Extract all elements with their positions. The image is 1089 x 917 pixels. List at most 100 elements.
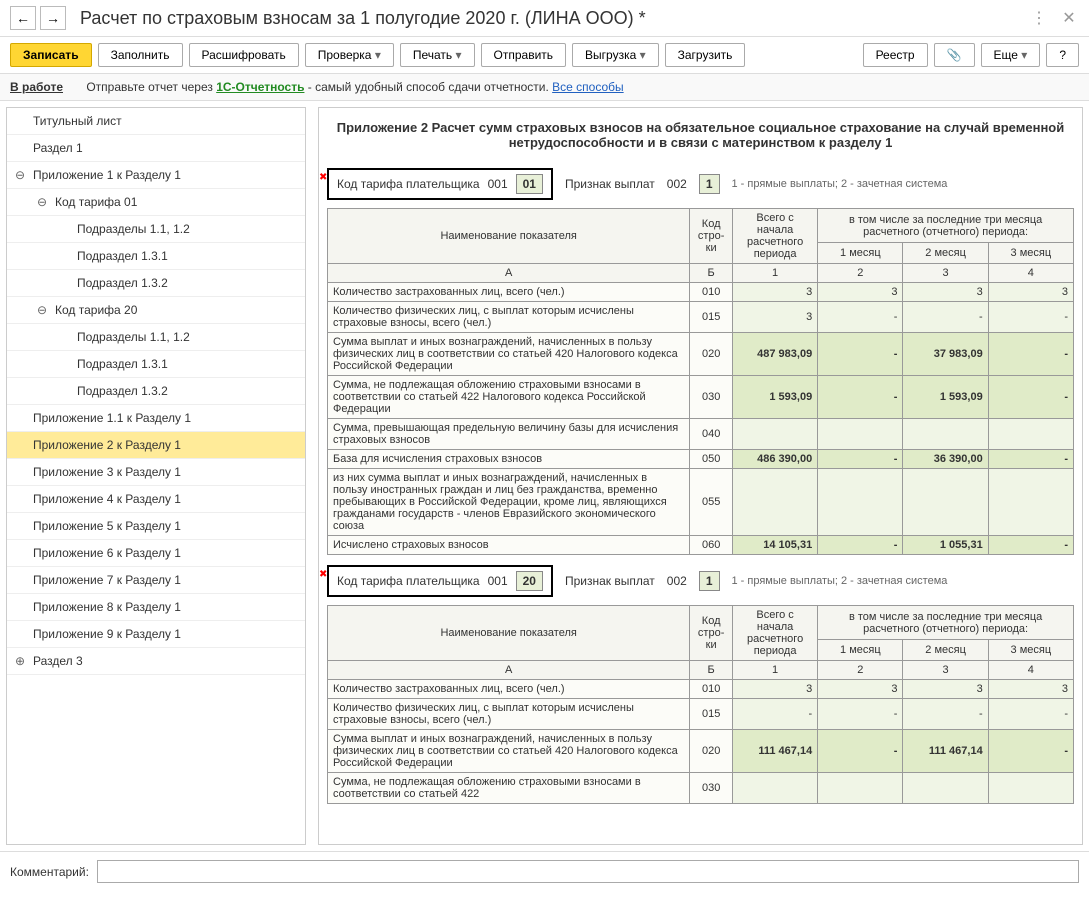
- menu-icon[interactable]: ⋮: [1029, 8, 1049, 28]
- cell-value[interactable]: 111 467,14: [732, 730, 817, 773]
- tree-item[interactable]: ⊕Раздел 3: [7, 648, 305, 675]
- cell-value[interactable]: [903, 419, 988, 450]
- cell-value[interactable]: -: [988, 302, 1073, 333]
- cell-value[interactable]: -: [818, 302, 903, 333]
- tree-toggle-icon[interactable]: ⊖: [15, 168, 29, 182]
- tree-item[interactable]: Приложение 2 к Разделу 1: [7, 432, 305, 459]
- tree-item[interactable]: Подраздел 1.3.1: [7, 351, 305, 378]
- forward-button[interactable]: →: [40, 6, 66, 30]
- cell-value[interactable]: 3: [903, 283, 988, 302]
- cell-value[interactable]: -: [818, 333, 903, 376]
- cell-value[interactable]: [988, 773, 1073, 804]
- back-button[interactable]: ←: [10, 6, 36, 30]
- cell-value[interactable]: -: [818, 450, 903, 469]
- decode-button[interactable]: Расшифровать: [189, 43, 299, 67]
- all-ways-link[interactable]: Все способы: [552, 80, 624, 94]
- cell-value[interactable]: [732, 773, 817, 804]
- cell-value[interactable]: [732, 469, 817, 536]
- send-button[interactable]: Отправить: [481, 43, 567, 67]
- cell-value[interactable]: 1 055,31: [903, 536, 988, 555]
- cell-value[interactable]: -: [988, 333, 1073, 376]
- tree-item[interactable]: Подраздел 1.3.2: [7, 378, 305, 405]
- tree-item[interactable]: Подраздел 1.3.1: [7, 243, 305, 270]
- cell-value[interactable]: [732, 419, 817, 450]
- cell-value[interactable]: 3: [903, 680, 988, 699]
- cell-value[interactable]: -: [988, 699, 1073, 730]
- more-button[interactable]: Еще: [981, 43, 1041, 67]
- tree-toggle-icon[interactable]: ⊖: [37, 195, 51, 209]
- delete-icon[interactable]: ✖: [319, 172, 327, 183]
- close-icon[interactable]: ✕: [1059, 8, 1079, 28]
- print-button[interactable]: Печать: [400, 43, 475, 67]
- cell-value[interactable]: -: [818, 730, 903, 773]
- tree-item[interactable]: Титульный лист: [7, 108, 305, 135]
- load-button[interactable]: Загрузить: [665, 43, 746, 67]
- attach-button[interactable]: 📎: [934, 43, 975, 67]
- save-button[interactable]: Записать: [10, 43, 92, 67]
- cell-value[interactable]: 487 983,09: [732, 333, 817, 376]
- cell-value[interactable]: [818, 773, 903, 804]
- cell-value[interactable]: 3: [732, 680, 817, 699]
- delete-icon[interactable]: ✖: [319, 569, 327, 580]
- cell-value[interactable]: -: [988, 450, 1073, 469]
- tree-item[interactable]: Подразделы 1.1, 1.2: [7, 216, 305, 243]
- tariff-value[interactable]: 20: [516, 571, 543, 591]
- cell-value[interactable]: 3: [732, 302, 817, 333]
- cell-value[interactable]: -: [818, 536, 903, 555]
- cell-value[interactable]: [988, 419, 1073, 450]
- cell-value[interactable]: [818, 419, 903, 450]
- cell-value[interactable]: -: [818, 376, 903, 419]
- cell-value[interactable]: 111 467,14: [903, 730, 988, 773]
- registry-button[interactable]: Реестр: [863, 43, 928, 67]
- cell-value[interactable]: 36 390,00: [903, 450, 988, 469]
- export-button[interactable]: Выгрузка: [572, 43, 659, 67]
- tree-item[interactable]: ⊖Приложение 1 к Разделу 1: [7, 162, 305, 189]
- tree-item[interactable]: Приложение 4 к Разделу 1: [7, 486, 305, 513]
- cell-value[interactable]: 1 593,09: [732, 376, 817, 419]
- check-button[interactable]: Проверка: [305, 43, 394, 67]
- cell-value[interactable]: -: [732, 699, 817, 730]
- tree-item[interactable]: Подразделы 1.1, 1.2: [7, 324, 305, 351]
- cell-value[interactable]: 486 390,00: [732, 450, 817, 469]
- tree-toggle-icon[interactable]: ⊖: [37, 303, 51, 317]
- cell-value[interactable]: -: [988, 376, 1073, 419]
- tree-item[interactable]: Раздел 1: [7, 135, 305, 162]
- cell-value[interactable]: -: [903, 302, 988, 333]
- tree-toggle-icon[interactable]: ⊕: [15, 654, 29, 668]
- tariff-value[interactable]: 01: [516, 174, 543, 194]
- cell-value[interactable]: -: [818, 699, 903, 730]
- tree-item[interactable]: Приложение 8 к Разделу 1: [7, 594, 305, 621]
- cell-value[interactable]: 3: [818, 680, 903, 699]
- cell-value[interactable]: 1 593,09: [903, 376, 988, 419]
- cell-value[interactable]: -: [988, 730, 1073, 773]
- cell-value[interactable]: [903, 469, 988, 536]
- cell-value[interactable]: 3: [818, 283, 903, 302]
- cell-value[interactable]: 37 983,09: [903, 333, 988, 376]
- status-label[interactable]: В работе: [10, 80, 63, 94]
- cell-value[interactable]: 3: [732, 283, 817, 302]
- cell-value[interactable]: 3: [988, 680, 1073, 699]
- tree-item[interactable]: Приложение 3 к Разделу 1: [7, 459, 305, 486]
- cell-value[interactable]: [988, 469, 1073, 536]
- tree-item[interactable]: Подраздел 1.3.2: [7, 270, 305, 297]
- cell-value[interactable]: [903, 773, 988, 804]
- tree-item[interactable]: Приложение 5 к Разделу 1: [7, 513, 305, 540]
- tree-item[interactable]: Приложение 9 к Разделу 1: [7, 621, 305, 648]
- cell-value[interactable]: 3: [988, 283, 1073, 302]
- sign-value[interactable]: 1: [699, 174, 720, 194]
- tree-item[interactable]: ⊖Код тарифа 01: [7, 189, 305, 216]
- tree-item[interactable]: Приложение 1.1 к Разделу 1: [7, 405, 305, 432]
- cell-value[interactable]: [818, 469, 903, 536]
- tree-item[interactable]: Приложение 6 к Разделу 1: [7, 540, 305, 567]
- tree-item-label: Приложение 4 к Разделу 1: [33, 492, 181, 506]
- reporting-link[interactable]: 1С-Отчетность: [216, 80, 304, 94]
- fill-button[interactable]: Заполнить: [98, 43, 183, 67]
- tree-item[interactable]: Приложение 7 к Разделу 1: [7, 567, 305, 594]
- comment-input[interactable]: [97, 860, 1079, 883]
- tree-item[interactable]: ⊖Код тарифа 20: [7, 297, 305, 324]
- help-button[interactable]: ?: [1046, 43, 1079, 67]
- cell-value[interactable]: 14 105,31: [732, 536, 817, 555]
- sign-value[interactable]: 1: [699, 571, 720, 591]
- cell-value[interactable]: -: [903, 699, 988, 730]
- cell-value[interactable]: -: [988, 536, 1073, 555]
